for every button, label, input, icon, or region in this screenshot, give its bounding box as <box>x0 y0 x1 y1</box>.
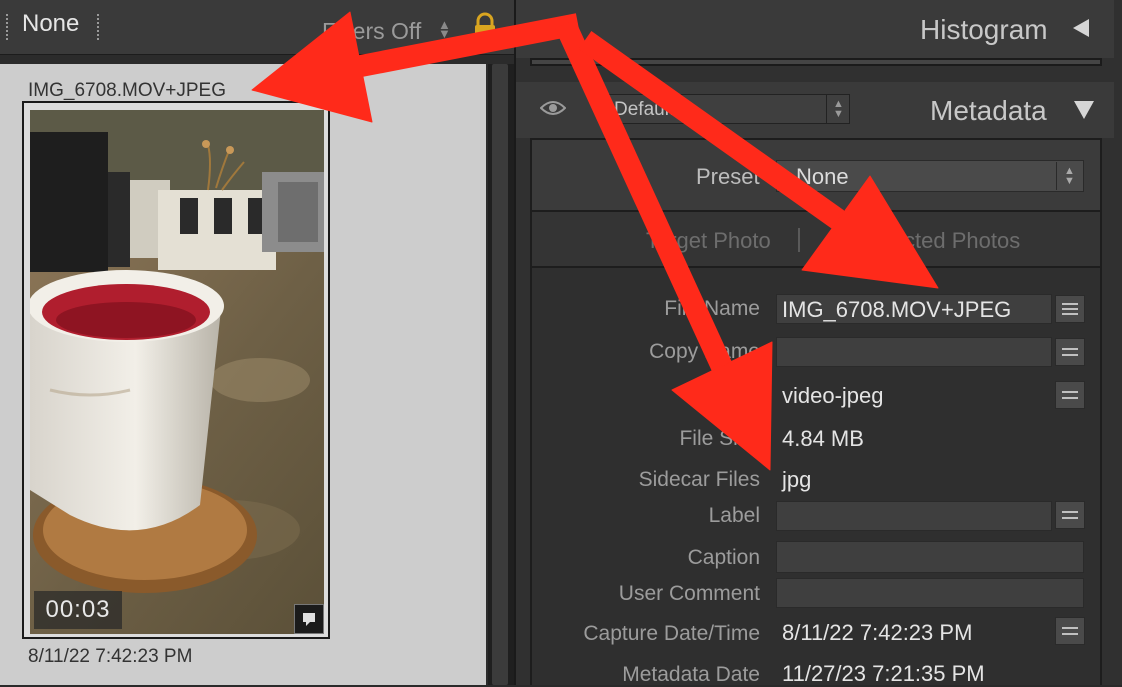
file-name-list-icon[interactable] <box>1055 295 1085 323</box>
capture-date-arrow-icon[interactable] <box>1055 617 1085 645</box>
file-size-value: 4.84 MB <box>782 426 864 451</box>
copy-name-label: Copy Name <box>649 340 760 363</box>
label-field[interactable] <box>776 501 1052 531</box>
metadata-date-value: 11/27/23 7:21:35 PM <box>782 661 985 686</box>
sidecar-files-label: Sidecar Files <box>638 468 760 491</box>
folder-value: video-jpeg <box>782 383 884 408</box>
caption-field[interactable] <box>776 541 1084 573</box>
sidecar-files-value: jpg <box>782 467 812 492</box>
metadata-preset-value: None <box>796 164 849 189</box>
metadata-panel-title[interactable]: Metadata <box>930 95 1047 127</box>
label-arrow-icon[interactable] <box>1055 501 1085 529</box>
metadata-view-value: Default <box>614 99 675 120</box>
file-name-label: File Name <box>664 297 760 320</box>
copy-name-arrow-icon[interactable] <box>1055 338 1085 366</box>
target-tab-separator <box>798 228 800 252</box>
metadata-preset-label: Preset <box>696 164 760 189</box>
comment-badge-icon[interactable] <box>294 604 324 634</box>
capture-date-time-label: Capture Date/Time <box>583 622 760 645</box>
lock-icon[interactable] <box>472 12 498 47</box>
filter-bar-grip-left <box>6 14 10 40</box>
copy-name-field[interactable] <box>776 337 1052 367</box>
video-duration-badge: 00:03 <box>34 591 122 629</box>
histogram-panel-title[interactable]: Histogram <box>920 14 1048 46</box>
thumbnail-image[interactable] <box>30 110 324 634</box>
folder-arrow-icon[interactable] <box>1055 381 1085 409</box>
grid-scrollbar-thumb[interactable] <box>492 64 508 685</box>
thumbnail-capture-date: 8/11/22 7:42:23 PM <box>28 646 193 667</box>
thumbnail-file-name: IMG_6708.MOV+JPEG <box>28 80 226 101</box>
user-comment-label: User Comment <box>618 582 760 605</box>
histogram-collapse-icon[interactable] <box>1073 19 1089 37</box>
metadata-collapse-icon[interactable] <box>1074 101 1094 119</box>
caption-label: Caption <box>687 546 760 569</box>
metadata-preset-arrows-icon[interactable]: ▲ ▼ <box>1056 162 1082 190</box>
file-size-label: File Size <box>679 427 760 450</box>
histogram-panel-body <box>530 58 1102 66</box>
capture-date-time-value: 8/11/22 7:42:23 PM <box>782 620 973 645</box>
folder-label: Folder <box>700 383 760 406</box>
filter-bar-grip-right <box>97 14 101 40</box>
metadata-view-arrows-icon[interactable]: ▲ ▼ <box>826 95 850 123</box>
user-comment-field[interactable] <box>776 578 1084 608</box>
metadata-date-label: Metadata Date <box>622 663 760 686</box>
selected-photos-tab[interactable]: Selected Photos <box>860 228 1020 254</box>
filters-dropdown-arrows-icon[interactable]: ▲ ▼ <box>438 18 451 40</box>
target-photo-tab[interactable]: Target Photo <box>646 228 771 254</box>
eye-icon[interactable] <box>539 98 567 123</box>
filter-preset-label[interactable]: None <box>22 10 79 38</box>
label-label: Label <box>708 504 760 527</box>
filters-status-dropdown[interactable]: Filters Off <box>322 18 421 45</box>
file-name-value: IMG_6708.MOV+JPEG <box>782 297 1012 322</box>
